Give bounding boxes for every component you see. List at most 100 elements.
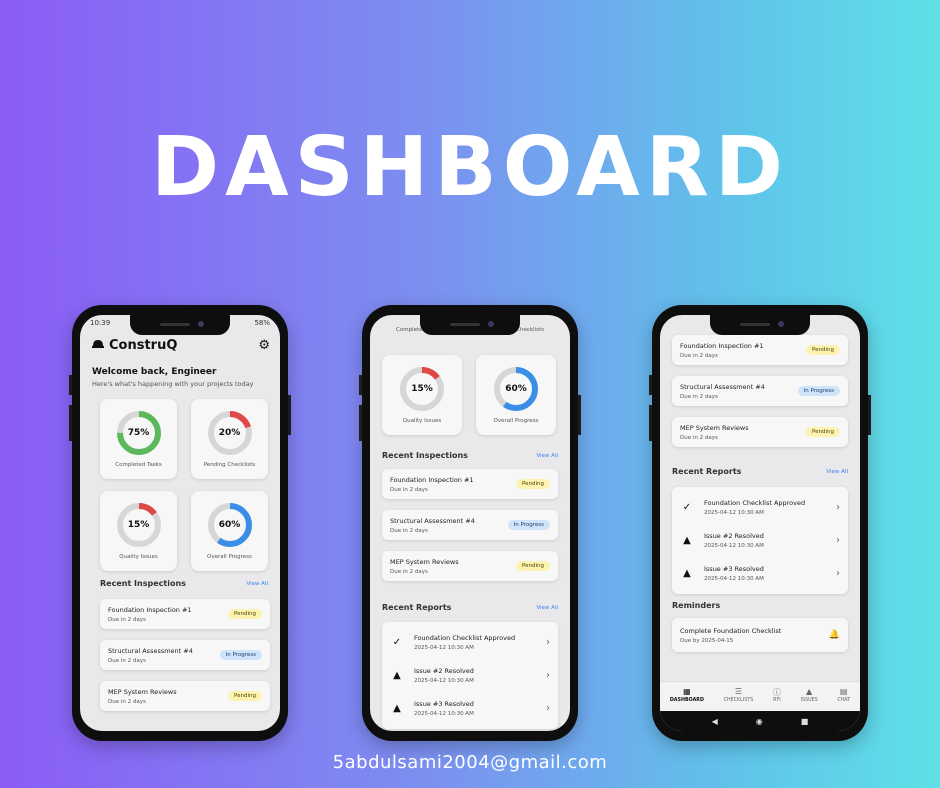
check-icon: ✓ — [682, 502, 692, 513]
report-row[interactable]: ▲ Issue #2 Resolved 2025-04-12 10:30 AM › — [672, 524, 848, 557]
welcome-subtitle: Here's what's happening with your projec… — [92, 380, 254, 388]
stat-card[interactable]: 15% Quality Issues — [382, 355, 462, 435]
inspection-card[interactable]: Structural Assessment #4 Due in 2 days In … — [672, 376, 848, 406]
inspections-view-all-link[interactable]: View All — [536, 453, 558, 459]
warning-icon: ▲ — [806, 687, 813, 696]
checklist-icon: ☰ — [734, 687, 743, 696]
nav-item-rfi[interactable]: ⓘ RFI — [773, 687, 781, 711]
report-time: 2025-04-12 10:30 AM — [414, 678, 474, 684]
helmet-logo-icon — [92, 337, 104, 353]
inspection-card[interactable]: Structural Assessment #4 Due in 2 days In … — [100, 640, 270, 670]
stat-card[interactable]: 60% Overall Progress — [191, 491, 268, 571]
stat-label: Quality Issues — [119, 554, 158, 560]
report-time: 2025-04-12 10:30 AM — [414, 711, 474, 717]
home-icon[interactable]: ◉ — [756, 717, 763, 726]
progress-ring: 60% — [493, 366, 539, 412]
inspection-title: Foundation Inspection #1 — [680, 341, 764, 350]
report-title: Issue #3 Resolved — [704, 565, 764, 573]
back-icon[interactable]: ◀ — [712, 717, 718, 726]
phone-1: 10:39 58% ConstruQ ⚙ Welcome back, Engin… — [69, 305, 291, 741]
report-text: Issue #3 Resolved 2025-04-12 10:30 AM — [414, 700, 546, 717]
hero-title: DASHBOARD — [151, 120, 789, 215]
report-time: 2025-04-12 10:30 AM — [704, 543, 764, 549]
chevron-right-icon[interactable]: › — [546, 637, 550, 648]
footer-email[interactable]: 5abdulsami2004@gmail.com — [0, 752, 940, 773]
phone-2: Completed Tasks Pending Checklists 15% Qu… — [359, 305, 581, 741]
nav-label: ISSUES — [800, 698, 818, 703]
chevron-right-icon[interactable]: › — [546, 703, 550, 714]
inspection-card[interactable]: Foundation Inspection #1 Due in 2 days Pen… — [672, 335, 848, 365]
report-row[interactable]: ▲ Issue #2 Resolved 2025-04-12 10:30 AM › — [382, 659, 558, 692]
report-row[interactable]: ✓ Foundation Checklist Approved 2025-04-12… — [672, 491, 848, 524]
inspection-card[interactable]: MEP System Reviews Due in 2 days Pending — [100, 681, 270, 711]
report-text: Issue #2 Resolved 2025-04-12 10:30 AM — [704, 532, 836, 549]
inspections-title: Recent Inspections — [382, 451, 468, 460]
inspection-title: MEP System Reviews — [108, 687, 177, 696]
chevron-right-icon[interactable]: › — [546, 670, 550, 681]
reminder-card[interactable]: Complete Foundation Checklist Due by 202… — [672, 618, 848, 652]
report-title: Foundation Checklist Approved — [414, 634, 516, 642]
chevron-right-icon[interactable]: › — [836, 502, 840, 513]
inspection-due: Due in 2 days — [680, 393, 718, 400]
inspection-due: Due in 2 days — [680, 352, 718, 359]
report-row[interactable]: ✓ Foundation Checklist Approved 2025-04-12… — [382, 626, 558, 659]
reports-view-all-link[interactable]: View All — [536, 605, 558, 611]
stat-label: Completed Tasks — [115, 462, 162, 468]
report-time: 2025-04-12 10:30 AM — [704, 576, 764, 582]
inspection-card[interactable]: Foundation Inspection #1 Due in 2 days Pen… — [100, 599, 270, 629]
warning-icon: ▲ — [393, 670, 401, 681]
stats-grid: 75% Completed Tasks 20% Pending Checklists 1… — [80, 399, 280, 571]
recents-icon[interactable]: ■ — [801, 717, 809, 726]
reports-title: Recent Reports — [382, 603, 452, 612]
inspection-due: Due in 2 days — [390, 486, 428, 493]
android-nav-bar: ◀ ◉ ■ — [660, 711, 860, 731]
progress-ring: 60% — [207, 502, 253, 548]
report-text: Issue #2 Resolved 2025-04-12 10:30 AM — [414, 667, 546, 684]
inspection-due: Due in 2 days — [108, 657, 146, 664]
inspection-title: Structural Assessment #4 — [390, 516, 475, 525]
stat-card[interactable]: 15% Quality Issues — [100, 491, 177, 571]
report-row[interactable]: ▲ Issue #3 Resolved 2025-04-12 10:30 AM › — [672, 557, 848, 590]
nav-item-checklists[interactable]: ☰ CHECKLISTS — [724, 687, 754, 711]
nav-label: CHECKLISTS — [723, 698, 754, 703]
inspection-card[interactable]: MEP System Reviews Due in 2 days Pending — [382, 551, 558, 581]
nav-label: RFI — [773, 698, 781, 703]
chevron-right-icon[interactable]: › — [836, 568, 840, 579]
chat-icon: ▤ — [839, 687, 848, 696]
inspections-title: Recent Inspections — [100, 579, 186, 588]
status-badge: In Progress — [507, 520, 550, 530]
stat-value: 60% — [218, 520, 241, 530]
report-title: Issue #3 Resolved — [414, 700, 474, 708]
nav-item-issues[interactable]: ▲ ISSUES — [801, 687, 818, 711]
inspections-view-all-link[interactable]: View All — [246, 581, 268, 587]
inspection-card[interactable]: Foundation Inspection #1 Due in 2 days Pen… — [382, 469, 558, 499]
inspection-card[interactable]: MEP System Reviews Due in 2 days Pending — [672, 417, 848, 447]
stat-value: 15% — [411, 384, 433, 394]
status-badge: Pending — [516, 561, 550, 571]
status-badge: Pending — [228, 691, 262, 701]
inspection-title: Structural Assessment #4 — [108, 646, 193, 655]
settings-gear-icon[interactable]: ⚙ — [258, 338, 270, 353]
stat-card[interactable]: 20% Pending Checklists — [191, 399, 268, 479]
chevron-right-icon[interactable]: › — [836, 535, 840, 546]
nav-item-dashboard[interactable]: ▦ DASHBOARD — [670, 687, 704, 711]
reports-card: ✓ Foundation Checklist Approved 2025-04-12… — [672, 487, 848, 594]
reports-view-all-link[interactable]: View All — [826, 469, 848, 475]
stat-label: Overall Progress — [207, 554, 252, 560]
stat-value: 75% — [127, 428, 150, 438]
warning-icon: ▲ — [683, 535, 691, 546]
nav-item-chat[interactable]: ▤ CHAT — [837, 687, 850, 711]
screen-dashboard-top: 10:39 58% ConstruQ ⚙ Welcome back, Engin… — [80, 315, 280, 731]
reports-card: ✓ Foundation Checklist Approved 2025-04-12… — [382, 622, 558, 729]
warning-icon: ▲ — [683, 568, 691, 579]
inspection-title: Foundation Inspection #1 — [390, 475, 474, 484]
inspection-due: Due in 2 days — [108, 698, 146, 705]
stat-card[interactable]: 60% Overall Progress — [476, 355, 556, 435]
report-text: Foundation Checklist Approved 2025-04-12 … — [704, 499, 836, 516]
report-row[interactable]: ▲ Issue #3 Resolved 2025-04-12 10:30 AM › — [382, 692, 558, 725]
report-text: Foundation Checklist Approved 2025-04-12 … — [414, 634, 546, 651]
inspection-card[interactable]: Structural Assessment #4 Due in 2 days In … — [382, 510, 558, 540]
stat-label: Overall Progress — [493, 418, 539, 424]
stat-card[interactable]: 75% Completed Tasks — [100, 399, 177, 479]
bell-icon[interactable]: 🔔 — [829, 630, 840, 640]
